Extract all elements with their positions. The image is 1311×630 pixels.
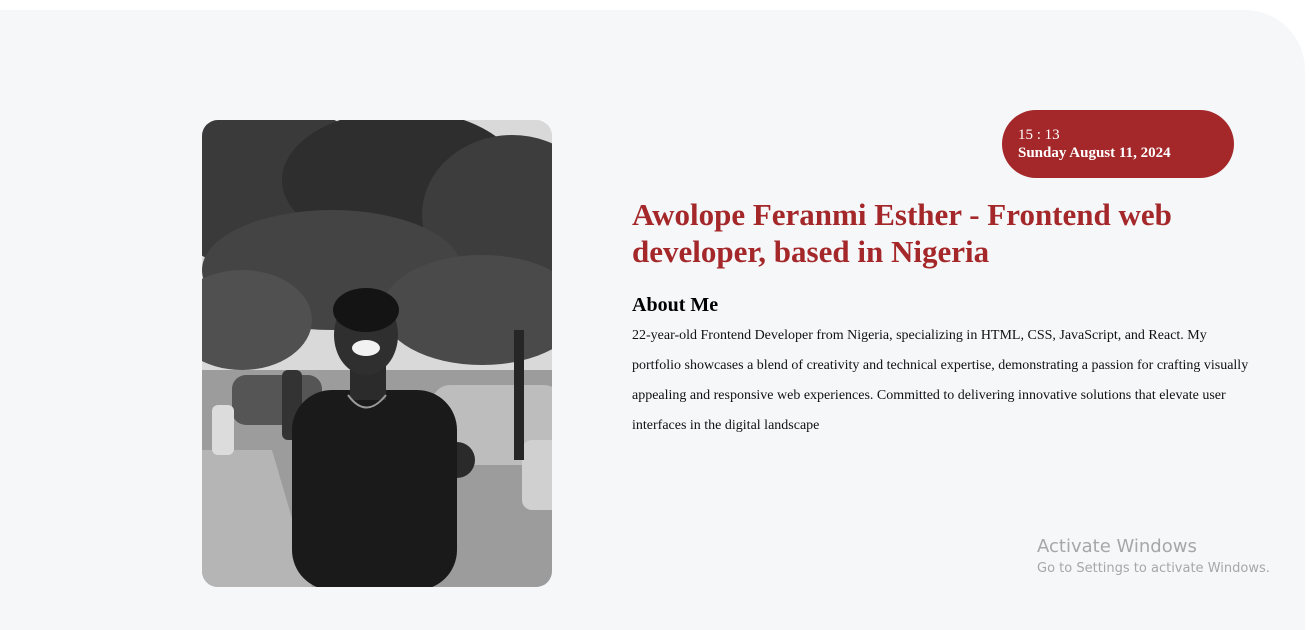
clock-badge: 15 : 13 Sunday August 11, 2024 [1002,110,1234,178]
watermark-title: Activate Windows [1037,536,1197,557]
about-heading: About Me [632,294,719,316]
clock-date: Sunday August 11, 2024 [1018,145,1171,161]
watermark-subtitle: Go to Settings to activate Windows. [1037,561,1270,576]
clock-time: 15 : 13 [1018,127,1060,143]
page-title: Awolope Feranmi Esther - Frontend web de… [632,197,1172,269]
windows-activation-watermark: Activate Windows Go to Settings to activ… [1037,535,1270,578]
about-description: 22-year-old Frontend Developer from Nige… [632,328,1249,433]
profile-photo [202,120,552,587]
